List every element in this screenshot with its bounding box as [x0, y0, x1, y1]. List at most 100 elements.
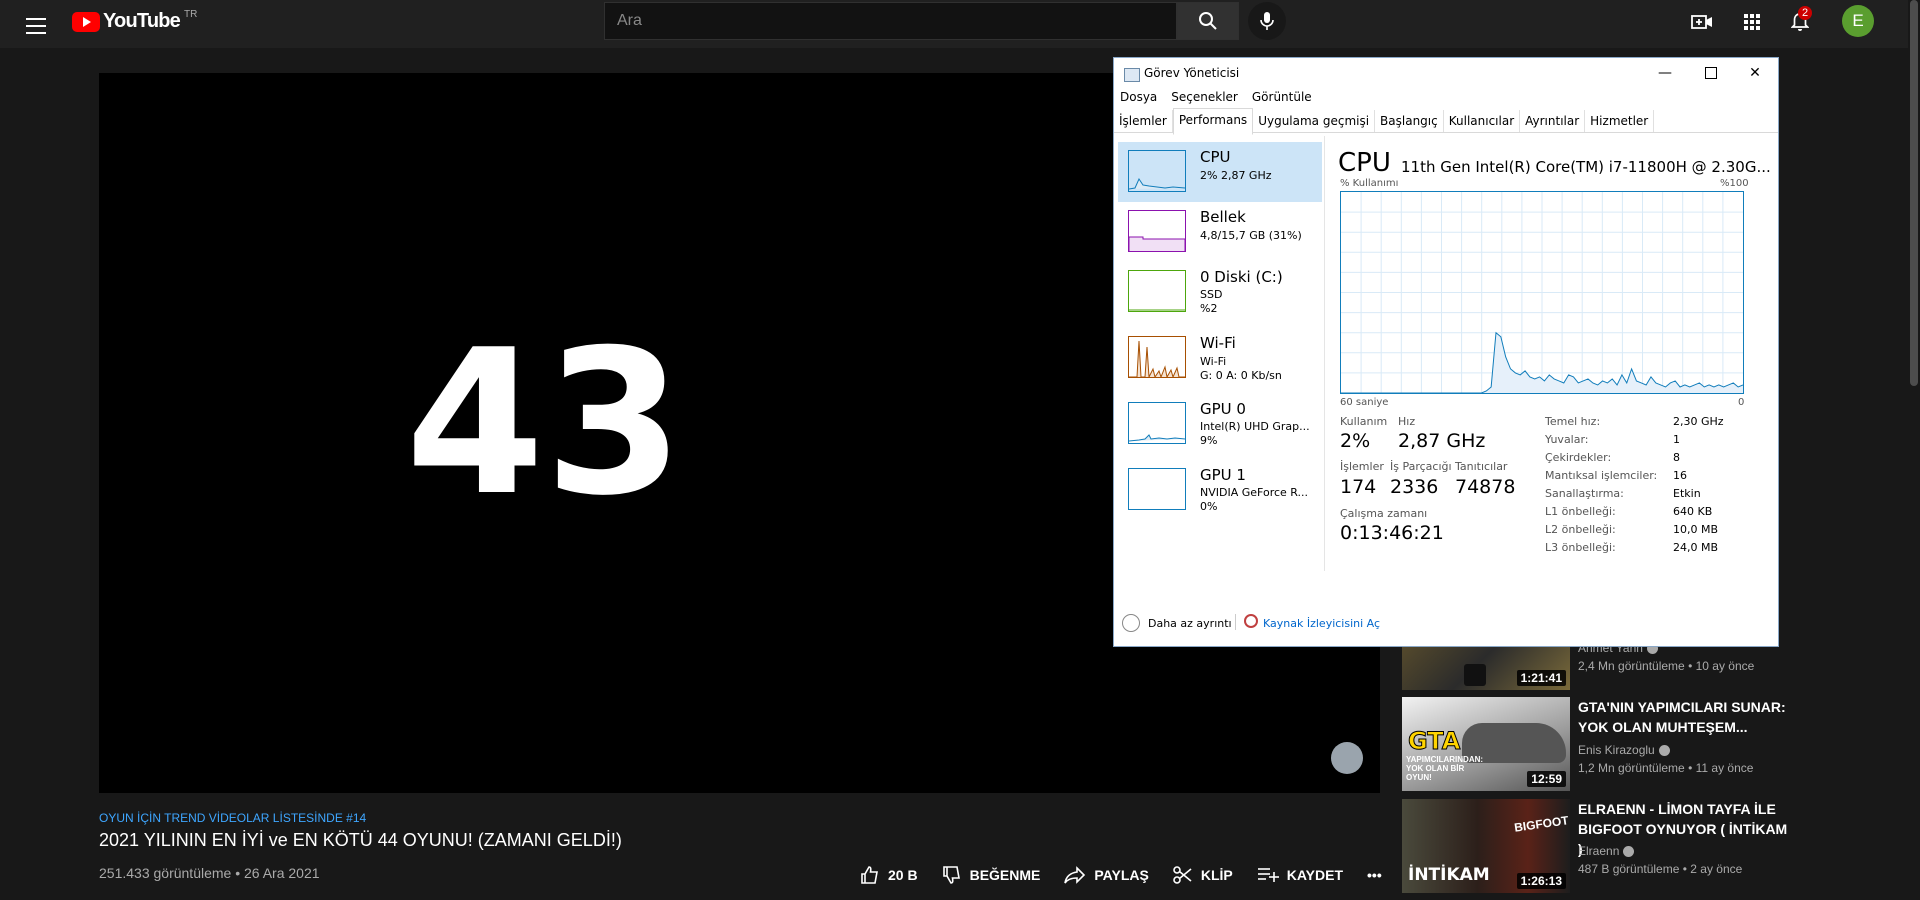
video-title[interactable]: GTA'NIN YAPIMCILARI SUNAR: YOK OLAN MUHT… [1578, 697, 1788, 737]
video-thumbnail[interactable]: GTA YAPIMCILARINDAN: YOK OLAN BİR OYUN! … [1402, 697, 1570, 791]
recommendation-item[interactable]: GTA YAPIMCILARINDAN: YOK OLAN BİR OYUN! … [1402, 697, 1872, 791]
menu-file[interactable]: Dosya [1120, 90, 1157, 104]
resource-detail: Wi-Fi [1200, 355, 1227, 368]
maximize-button[interactable] [1688, 58, 1734, 88]
tab-performance[interactable]: Performans [1172, 108, 1254, 135]
resource-name: CPU [1200, 148, 1231, 166]
tab-processes[interactable]: İşlemler [1114, 110, 1173, 132]
stat-value-uptime: 0:13:46:21 [1340, 522, 1444, 544]
resource-detail-2: %2 [1200, 302, 1218, 315]
disk-mini-graph [1128, 270, 1186, 312]
minimize-icon: — [1658, 65, 1672, 81]
create-video-icon[interactable] [1690, 10, 1714, 34]
resource-memory[interactable]: Bellek 4,8/15,7 GB (31%) [1118, 202, 1322, 262]
mic-icon [1260, 12, 1274, 30]
share-label: PAYLAŞ [1094, 867, 1149, 883]
resource-detail: SSD [1200, 288, 1223, 301]
time-span-label: 60 saniye [1340, 397, 1389, 408]
close-button[interactable]: ✕ [1732, 58, 1778, 88]
more-actions-button[interactable]: ••• [1367, 867, 1382, 883]
video-stats: 1,2 Mn görüntüleme • 11 ay önce [1578, 761, 1754, 775]
spec-value: 10,0 MB [1673, 523, 1719, 536]
video-title: 2021 YILININ EN İYİ ve EN KÖTÜ 44 OYUNU!… [99, 830, 622, 850]
menu-view[interactable]: Görüntüle [1252, 90, 1312, 104]
stat-label-handles: Tanıtıcılar [1455, 460, 1508, 473]
cpu-detail-panel: CPU 11th Gen Intel(R) Core(TM) i7-11800H… [1330, 136, 1771, 571]
gpu1-mini-graph [1128, 468, 1186, 510]
video-duration: 1:26:13 [1516, 873, 1566, 889]
fewer-details-button[interactable]: Daha az ayrıntı [1148, 617, 1232, 630]
open-resource-monitor-link[interactable]: Kaynak İzleyicisini Aç [1263, 617, 1380, 630]
page-scrollbar-thumb[interactable] [1910, 0, 1918, 386]
tab-startup[interactable]: Başlangıç [1375, 110, 1444, 132]
tab-app-history[interactable]: Uygulama geçmişi [1253, 110, 1376, 132]
save-label: KAYDET [1286, 867, 1344, 883]
youtube-logo[interactable]: YouTube TR [72, 9, 197, 33]
channel-name[interactable]: Enis Kirazoglu [1578, 743, 1670, 757]
channel-watermark[interactable] [1331, 742, 1363, 774]
usage-axis-label: % Kullanımı [1340, 178, 1399, 189]
resource-gpu0[interactable]: GPU 0 Intel(R) UHD Grap... 9% [1118, 394, 1322, 454]
save-button[interactable]: KAYDET [1257, 866, 1343, 884]
playlist-add-icon [1257, 868, 1279, 882]
clip-button[interactable]: KLİP [1173, 865, 1233, 885]
tab-bar: İşlemler Performans Uygulama geçmişi Baş… [1114, 108, 1778, 135]
resource-disk[interactable]: 0 Diski (C:) SSD %2 [1118, 262, 1322, 322]
cpu-mini-graph [1128, 150, 1186, 192]
task-manager-window[interactable]: Görev Yöneticisi — ✕ Dosya Seçenekler Gö… [1113, 57, 1779, 647]
minimize-button[interactable]: — [1642, 58, 1688, 88]
channel-name-text: Enis Kirazoglu [1578, 743, 1655, 757]
dislike-button[interactable]: BEĞENME [942, 865, 1040, 885]
spec-value: 24,0 MB [1673, 541, 1719, 554]
gpu0-mini-graph [1128, 402, 1186, 444]
video-stats: 487 B görüntüleme • 2 ay önce [1578, 862, 1743, 876]
like-button[interactable]: 20 B [860, 865, 918, 885]
spec-label: Yuvalar: [1545, 433, 1589, 446]
spec-value: 16 [1673, 469, 1687, 482]
resource-name: GPU 0 [1200, 400, 1246, 418]
more-icon: ••• [1367, 867, 1382, 883]
logo-text: YouTube [103, 10, 181, 32]
resource-cpu[interactable]: CPU 2% 2,87 GHz [1118, 142, 1322, 202]
video-duration: 1:21:41 [1516, 670, 1566, 686]
video-thumbnail[interactable]: BIGFOOT İNTİKAM 1:26:13 [1402, 799, 1570, 893]
apps-grid-icon[interactable] [1740, 10, 1764, 34]
menu-options[interactable]: Seçenekler [1171, 90, 1238, 104]
video-duration: 12:59 [1527, 771, 1566, 787]
cpu-heading: CPU [1338, 148, 1391, 178]
youtube-play-icon [72, 11, 100, 32]
resource-gpu1[interactable]: GPU 1 NVIDIA GeForce R... 0% [1118, 460, 1322, 520]
avatar[interactable]: E [1842, 5, 1874, 37]
voice-search-button[interactable] [1248, 2, 1286, 40]
clip-label: KLİP [1200, 867, 1233, 883]
close-icon: ✕ [1749, 65, 1761, 81]
footer-divider [1235, 614, 1236, 630]
youtube-header: YouTube TR 2 E [0, 0, 1920, 48]
tab-details[interactable]: Ayrıntılar [1520, 110, 1586, 132]
stat-value-threads: 2336 [1390, 476, 1439, 498]
search-button[interactable] [1177, 2, 1239, 40]
search-box[interactable] [604, 2, 1177, 40]
share-button[interactable]: PAYLAŞ [1064, 866, 1149, 884]
search-input[interactable] [605, 3, 1176, 39]
tab-users[interactable]: Kullanıcılar [1444, 110, 1521, 132]
recommendation-item[interactable]: BIGFOOT İNTİKAM 1:26:13 ELRAENN - LİMON … [1402, 799, 1872, 893]
chevron-up-icon[interactable] [1122, 614, 1140, 632]
menu-icon[interactable] [26, 13, 46, 35]
resource-wifi[interactable]: Wi-Fi Wi-Fi G: 0 A: 0 Kb/sn [1118, 328, 1322, 388]
resource-name: 0 Diski (C:) [1200, 268, 1283, 286]
verified-check-icon [1623, 846, 1635, 858]
stat-label-processes: İşlemler [1340, 460, 1384, 473]
spec-label: Çekirdekler: [1545, 451, 1612, 464]
resource-name: GPU 1 [1200, 466, 1246, 484]
trending-hashtag[interactable]: OYUN İÇİN TREND VİDEOLAR LİSTESİNDE #14 [99, 811, 366, 825]
resource-detail-2: 9% [1200, 434, 1218, 447]
channel-name-text: Elraenn [1578, 844, 1620, 858]
window-title: Görev Yöneticisi [1144, 66, 1240, 80]
tab-services[interactable]: Hizmetler [1585, 110, 1655, 132]
resource-detail-2: 0% [1200, 500, 1218, 513]
thumbs-down-icon [942, 866, 960, 884]
thumbs-up-icon [861, 866, 878, 884]
channel-name[interactable]: Elraenn [1578, 844, 1635, 858]
spec-label: Sanallaştırma: [1545, 487, 1624, 500]
